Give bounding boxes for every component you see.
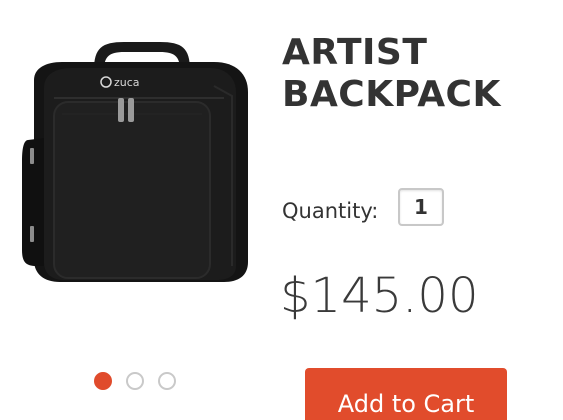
product-title-line1: ARTIST xyxy=(282,32,428,73)
product-page: zuca ARTISTBACKPACK Quantity: $145.00 Ad… xyxy=(0,0,563,420)
quantity-input[interactable] xyxy=(398,188,444,226)
carousel-dot-3[interactable] xyxy=(158,372,176,390)
product-title: ARTIST BACKPACK xyxy=(282,32,552,116)
product-title-line2: BACKPACK xyxy=(282,74,501,115)
product-image: zuca xyxy=(22,42,248,282)
carousel-dots xyxy=(94,372,176,392)
carousel-dot-1[interactable] xyxy=(94,372,112,390)
backpack-front-pocket xyxy=(53,101,211,279)
carousel-dot-2[interactable] xyxy=(126,372,144,390)
quantity-label: Quantity: xyxy=(282,199,379,223)
brand-logo-text: zuca xyxy=(114,76,140,89)
product-price: $145.00 xyxy=(280,268,479,324)
add-to-cart-button[interactable]: Add to Cart xyxy=(305,368,507,420)
